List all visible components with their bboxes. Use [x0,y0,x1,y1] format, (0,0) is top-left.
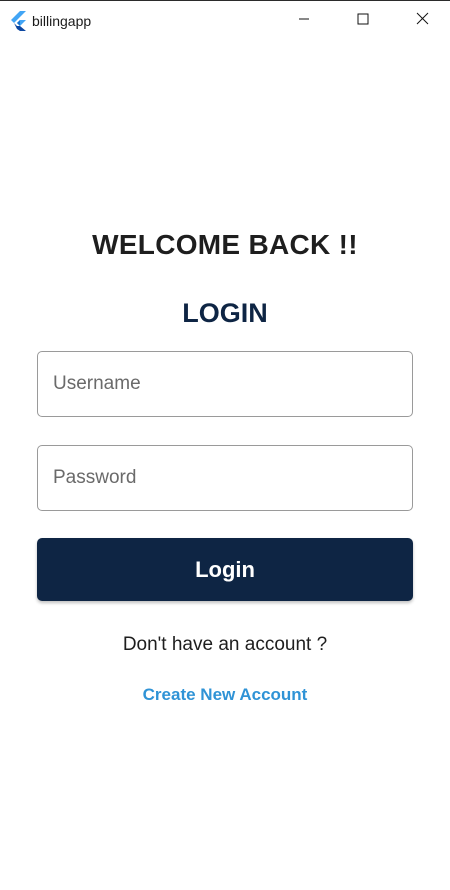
flutter-logo-icon [9,11,27,31]
close-icon [416,12,429,30]
password-input[interactable] [38,446,412,510]
create-account-link[interactable]: Create New Account [0,685,450,705]
minimize-button[interactable] [281,1,327,40]
login-button[interactable]: Login [37,538,413,601]
app-window: billingapp WELCOME BACK !! LOGIN Usernam… [0,0,450,890]
maximize-button[interactable] [340,1,386,40]
no-account-text: Don't have an account ? [122,634,328,655]
welcome-heading: WELCOME BACK !! [92,229,358,260]
username-field[interactable] [37,351,413,417]
maximize-icon [357,12,369,30]
username-input[interactable] [38,352,412,416]
password-field[interactable] [37,445,413,511]
title-bar[interactable]: billingapp [0,1,450,40]
login-heading: LOGIN [182,298,268,328]
minimize-icon [298,12,310,30]
window-title: billingapp [32,13,92,29]
close-button[interactable] [399,1,445,40]
